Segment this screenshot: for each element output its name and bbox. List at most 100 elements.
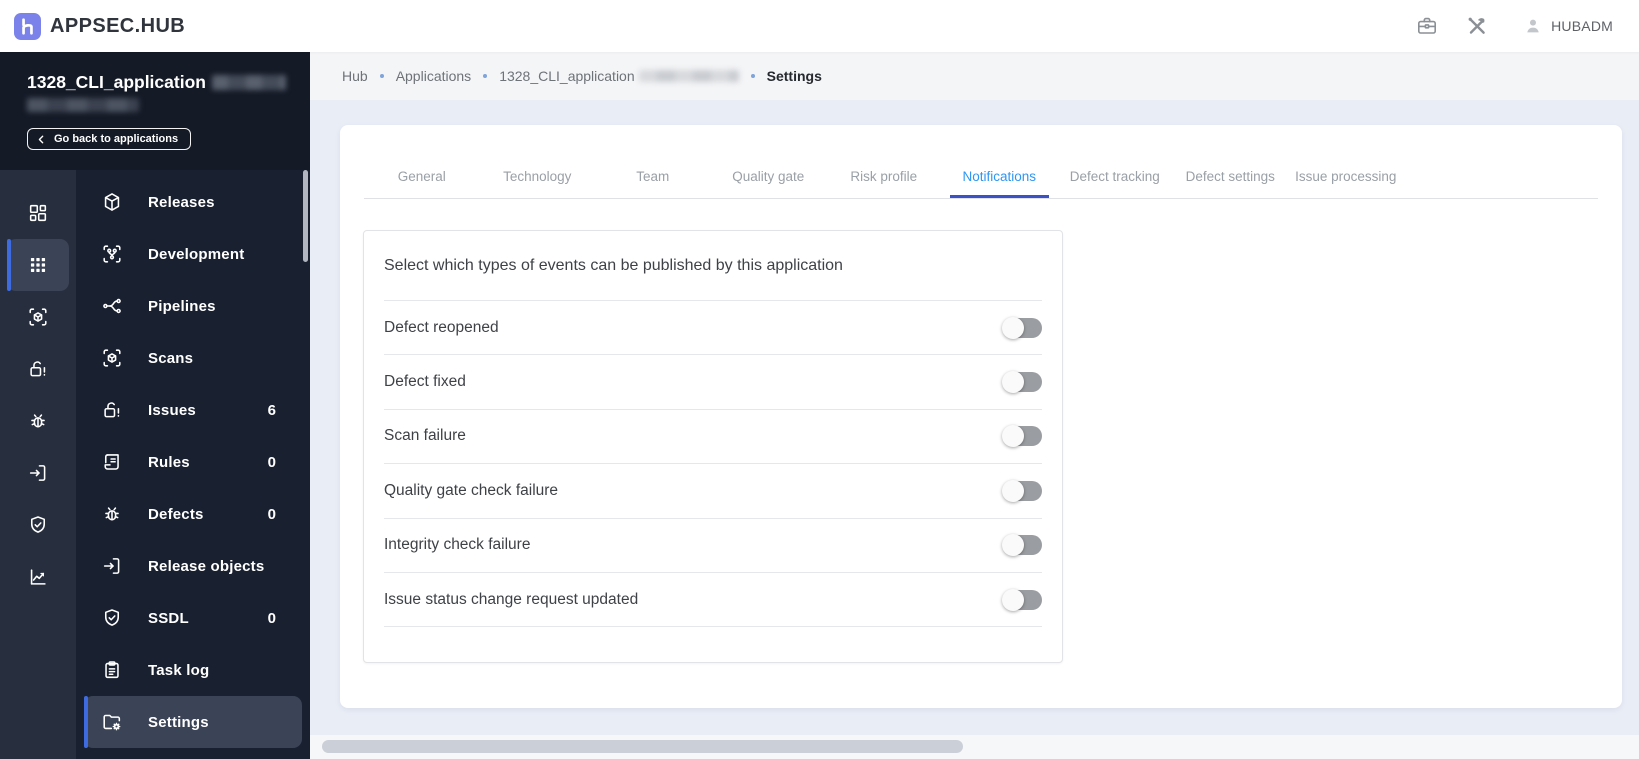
main-content: Hub Applications 1328_CLI_application Setti…: [310, 52, 1639, 759]
sidebar-item-ssdl[interactable]: SSDL 0: [84, 592, 302, 644]
scan-cube-icon: [27, 306, 49, 328]
task-log-icon: [101, 659, 123, 681]
tab-technology[interactable]: Technology: [480, 155, 596, 198]
icon-rail: [0, 170, 76, 759]
event-label: Defect fixed: [384, 373, 466, 391]
sidebar-item-development[interactable]: Development: [84, 228, 302, 280]
count-badge: 0: [267, 505, 276, 523]
user-name: HUBADM: [1551, 18, 1613, 34]
sidebar-item-label: Task log: [148, 661, 210, 679]
toggle-scan-failure[interactable]: [1002, 425, 1042, 448]
sidebar-item-releases[interactable]: Releases: [84, 176, 302, 228]
breadcrumb-item-hub[interactable]: Hub: [342, 68, 368, 84]
sidebar-item-label: Issues: [148, 401, 196, 419]
toggle-defect-fixed[interactable]: [1002, 371, 1042, 394]
breadcrumb-separator-dot: [483, 74, 488, 78]
releases-icon: [101, 191, 123, 213]
event-row-scan-failure: Scan failure: [384, 410, 1042, 465]
event-row-quality-gate-check-failure: Quality gate check failure: [384, 464, 1042, 519]
sidebar-item-label: SSDL: [148, 609, 189, 627]
breadcrumb-separator-dot: [750, 74, 755, 78]
toggle-integrity-check-failure[interactable]: [1002, 534, 1042, 557]
settings-panel: General Technology Team Quality gate Risk pr…: [340, 125, 1622, 708]
tab-general[interactable]: General: [364, 155, 480, 198]
user-menu[interactable]: HUBADM: [1523, 16, 1613, 36]
tab-defect-settings[interactable]: Defect settings: [1173, 155, 1289, 198]
sidebar-item-scans[interactable]: Scans: [84, 332, 302, 384]
toggle-knob: [1002, 371, 1024, 394]
toggle-quality-gate-check-failure[interactable]: [1002, 479, 1042, 502]
horizontal-scrollbar: [310, 735, 1639, 759]
event-label: Scan failure: [384, 427, 466, 445]
settings-tabs: General Technology Team Quality gate Risk pr…: [340, 125, 1622, 198]
tab-risk-profile[interactable]: Risk profile: [826, 155, 942, 198]
event-row-issue-status-change-request-updated: Issue status change request updated: [384, 573, 1042, 628]
tab-notifications[interactable]: Notifications: [942, 155, 1058, 198]
rail-item-line-chart[interactable]: [7, 551, 69, 603]
toggle-issue-status-change-request-updated[interactable]: [1002, 588, 1042, 611]
toggle-defect-reopened[interactable]: [1002, 316, 1042, 339]
count-badge: 0: [267, 609, 276, 627]
sidebar-header: 1328_CLI_application Go back to applicat…: [0, 52, 310, 170]
tab-issue-processing[interactable]: Issue processing: [1288, 155, 1404, 198]
unlock-alert-icon: [101, 399, 123, 421]
redacted-text: [27, 98, 139, 112]
rail-item-bug[interactable]: [7, 395, 69, 447]
rail-item-unlock-alert[interactable]: [7, 343, 69, 395]
user-avatar-icon: [1527, 19, 1539, 33]
sidebar: 1328_CLI_application Go back to applicat…: [0, 52, 310, 759]
toggle-knob: [1002, 316, 1024, 339]
app-window: APPSEC.HUB HUBADM 1328_CLI_application G…: [0, 0, 1639, 759]
sidebar-item-rules[interactable]: Rules 0: [84, 436, 302, 488]
shield-check-icon: [27, 514, 49, 536]
sidebar-item-issues[interactable]: Issues 6: [84, 384, 302, 436]
sidebar-item-label: Defects: [148, 505, 204, 523]
event-label: Quality gate check failure: [384, 481, 559, 499]
line-chart-icon: [27, 566, 49, 588]
shield-check-icon: [101, 607, 123, 629]
sidebar-item-label: Rules: [148, 453, 190, 471]
event-label: Integrity check failure: [384, 536, 531, 554]
sidebar-item-release-objects[interactable]: Release objects: [84, 540, 302, 592]
sidebar-item-task-log[interactable]: Task log: [84, 644, 302, 696]
rail-item-apps-grid[interactable]: [7, 239, 69, 291]
top-bar: APPSEC.HUB HUBADM: [0, 0, 1639, 52]
rail-item-scan-cube[interactable]: [7, 291, 69, 343]
tab-quality-gate[interactable]: Quality gate: [711, 155, 827, 198]
event-label: Defect reopened: [384, 318, 499, 336]
app-logo-text: APPSEC.HUB: [50, 14, 186, 37]
rail-item-dashboard[interactable]: [7, 187, 69, 239]
go-back-to-applications-button[interactable]: Go back to applications: [27, 128, 192, 150]
exit-box-icon: [101, 555, 123, 577]
breadcrumb-item-applications[interactable]: Applications: [396, 68, 472, 84]
breadcrumb: Hub Applications 1328_CLI_application Setti…: [310, 52, 1639, 100]
apps-grid-icon: [27, 254, 49, 276]
sidebar-item-settings[interactable]: Settings: [84, 696, 302, 748]
tab-team[interactable]: Team: [595, 155, 711, 198]
rail-item-shield-check[interactable]: [7, 499, 69, 551]
topbar-actions: HUBADM: [1415, 14, 1613, 38]
notifications-card: Select which types of events can be publ…: [363, 230, 1063, 663]
unlock-alert-icon: [27, 358, 49, 380]
app-logo[interactable]: APPSEC.HUB: [14, 12, 186, 40]
sidebar-item-defects[interactable]: Defects 0: [84, 488, 302, 540]
event-row-integrity-check-failure: Integrity check failure: [384, 519, 1042, 573]
toggle-knob: [1002, 479, 1024, 502]
rules-icon: [101, 451, 123, 473]
sidebar-item-label: Releases: [148, 193, 215, 211]
breadcrumb-item-settings: Settings: [766, 68, 822, 84]
tab-defect-tracking[interactable]: Defect tracking: [1057, 155, 1173, 198]
count-badge: 6: [267, 401, 276, 419]
sidebar-item-label: Scans: [148, 349, 194, 367]
bug-icon: [101, 503, 123, 525]
development-icon: [101, 243, 123, 265]
toggle-knob: [1002, 588, 1024, 611]
rail-item-exit-box[interactable]: [7, 447, 69, 499]
admin-tools-icon[interactable]: [1465, 14, 1489, 38]
chevron-left-icon: [38, 135, 44, 143]
horizontal-scrollbar-thumb[interactable]: [322, 740, 963, 753]
sidebar-scrollbar-thumb[interactable]: [303, 170, 308, 262]
sidebar-item-pipelines[interactable]: Pipelines: [84, 280, 302, 332]
briefcase-icon[interactable]: [1415, 14, 1439, 38]
breadcrumb-item-1328-cli-application[interactable]: 1328_CLI_application: [499, 68, 739, 84]
